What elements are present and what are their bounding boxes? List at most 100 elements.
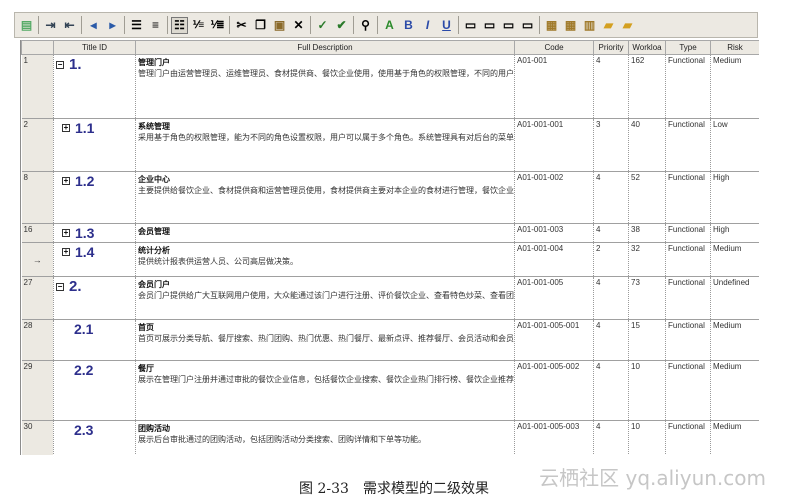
full-description-cell[interactable]: 会员门户 会员门户提供给广大互联网用户使用，大众能通过该门户进行注册、评价餐饮企业… bbox=[135, 276, 515, 320]
risk-cell[interactable]: Medium bbox=[710, 54, 759, 119]
open-folder-icon[interactable]: ▰ bbox=[600, 17, 617, 34]
type-cell[interactable]: Functional bbox=[665, 420, 711, 455]
cut-icon[interactable]: ✂ bbox=[233, 17, 250, 34]
type-cell[interactable]: Functional bbox=[665, 242, 711, 277]
full-description-cell[interactable]: 系统管理 采用基于角色的权限管理，能为不同的角色设置权限，用户可以属于多个角色。系… bbox=[135, 118, 515, 172]
outdent-icon[interactable]: ⇤ bbox=[61, 17, 78, 34]
workload-cell[interactable]: 10 bbox=[628, 420, 666, 455]
workload-cell[interactable]: 32 bbox=[628, 242, 666, 277]
code-cell[interactable]: A01-001-005-002 bbox=[514, 360, 594, 421]
table-row[interactable]: 2 +1.1 系统管理 采用基于角色的权限管理，能为不同的角色设置权限，用户可以属于多… bbox=[21, 118, 759, 172]
full-description-cell[interactable]: 统计分析 提供统计报表供运营人员、公司高层做决策。 bbox=[135, 242, 515, 277]
row-header[interactable]: 2 bbox=[21, 118, 54, 172]
title-id-cell[interactable]: +1.2 bbox=[53, 171, 136, 224]
row-header[interactable]: 30 bbox=[21, 420, 54, 455]
risk-cell[interactable]: Low bbox=[710, 118, 759, 172]
full-description-cell[interactable]: 管理门户 管理门户由运营管理员、运维管理员、食材提供商、餐饮企业使用，使用基于角色… bbox=[135, 54, 515, 119]
align-right-icon[interactable]: ▭ bbox=[500, 17, 517, 34]
priority-cell[interactable]: 4 bbox=[593, 360, 629, 421]
row-header[interactable]: 16 bbox=[21, 223, 54, 243]
col-header-type[interactable]: Type bbox=[665, 40, 711, 55]
type-cell[interactable]: Functional bbox=[665, 171, 711, 224]
chart-icon[interactable]: ▥ bbox=[581, 17, 598, 34]
title-id-cell[interactable]: −2. bbox=[53, 276, 136, 320]
row-header[interactable]: 27 bbox=[21, 276, 54, 320]
table-row[interactable]: 30 2.3 团购活动 展示后台审批通过的团购活动，包括团购活动分类搜索、团购详情和下… bbox=[21, 420, 759, 455]
col-header-title-id[interactable]: Title ID bbox=[53, 40, 136, 55]
indent-icon[interactable]: ⇥ bbox=[42, 17, 59, 34]
code-cell[interactable]: A01-001 bbox=[514, 54, 594, 119]
workload-cell[interactable]: 10 bbox=[628, 360, 666, 421]
risk-cell[interactable]: Medium bbox=[710, 319, 759, 361]
code-cell[interactable]: A01-001-005-001 bbox=[514, 319, 594, 361]
col-header-workload[interactable]: Workloa bbox=[628, 40, 666, 55]
type-cell[interactable]: Functional bbox=[665, 276, 711, 320]
italic-icon[interactable]: I bbox=[419, 17, 436, 34]
col-header-priority[interactable]: Priority bbox=[593, 40, 629, 55]
priority-cell[interactable]: 4 bbox=[593, 54, 629, 119]
paste-icon[interactable]: ▣ bbox=[271, 17, 288, 34]
collapse-icon[interactable]: − bbox=[56, 60, 64, 69]
code-cell[interactable]: A01-001-005 bbox=[514, 276, 594, 320]
priority-cell[interactable]: 4 bbox=[593, 319, 629, 361]
full-description-cell[interactable]: 企业中心 主要提供给餐饮企业、食材提供商和运营管理员使用，食材提供商主要对本企业的… bbox=[135, 171, 515, 224]
risk-cell[interactable]: Medium bbox=[710, 420, 759, 455]
row-header[interactable]: 28 bbox=[21, 319, 54, 361]
workload-cell[interactable]: 52 bbox=[628, 171, 666, 224]
align-full-icon[interactable]: ▭ bbox=[519, 17, 536, 34]
code-cell[interactable]: A01-001-002 bbox=[514, 171, 594, 224]
col-header-risk[interactable]: Risk bbox=[710, 40, 759, 55]
move-left-icon[interactable]: ◂ bbox=[85, 17, 102, 34]
spell-check-icon[interactable]: ✓ bbox=[314, 17, 331, 34]
table-row[interactable]: 27−2. 会员门户 会员门户提供给广大互联网用户使用，大众能通过该门户进行注册、评… bbox=[21, 276, 759, 320]
align-center-icon[interactable]: ▭ bbox=[481, 17, 498, 34]
title-id-cell[interactable]: 2.3 bbox=[53, 420, 136, 455]
new-folder-icon[interactable]: ▰ bbox=[619, 17, 636, 34]
row-header[interactable]: → bbox=[21, 242, 54, 277]
title-id-cell[interactable]: 2.1 bbox=[53, 319, 136, 361]
expand-icon[interactable]: + bbox=[62, 124, 70, 132]
properties-icon[interactable]: ▤ bbox=[18, 17, 35, 34]
image-icon[interactable]: ▦ bbox=[543, 17, 560, 34]
priority-cell[interactable]: 3 bbox=[593, 118, 629, 172]
workload-cell[interactable]: 162 bbox=[628, 54, 666, 119]
risk-cell[interactable]: Undefined bbox=[710, 276, 759, 320]
table-row[interactable]: 1−1. 管理门户 管理门户由运营管理员、运维管理员、食材提供商、餐饮企业使用，使用… bbox=[21, 54, 759, 119]
move-right-icon[interactable]: ▸ bbox=[104, 17, 121, 34]
table-row[interactable]: 28 2.1 首页 首页可展示分类导航、餐厅搜索、热门团购、热门优惠、热门餐厅、最新点… bbox=[21, 319, 759, 361]
title-id-cell[interactable]: +1.4 bbox=[53, 242, 136, 277]
delete-icon[interactable]: ✕ bbox=[290, 17, 307, 34]
expand-icon[interactable]: + bbox=[62, 229, 70, 237]
table-row[interactable]: 29 2.2 餐厅 展示在管理门户注册并通过审批的餐饮企业信息，包括餐饮企业搜索、餐饮… bbox=[21, 360, 759, 421]
expand-icon[interactable]: + bbox=[62, 248, 70, 256]
priority-cell[interactable]: 4 bbox=[593, 276, 629, 320]
title-id-cell[interactable]: +1.3 bbox=[53, 223, 136, 243]
workload-cell[interactable]: 40 bbox=[628, 118, 666, 172]
thesaurus-icon[interactable]: ✔ bbox=[333, 17, 350, 34]
align-left-icon[interactable]: ▭ bbox=[462, 17, 479, 34]
workload-cell[interactable]: 15 bbox=[628, 319, 666, 361]
full-description-cell[interactable]: 餐厅 展示在管理门户注册并通过审批的餐饮企业信息，包括餐饮企业搜索、餐饮企业热门排… bbox=[135, 360, 515, 421]
collapse-icon[interactable]: − bbox=[56, 282, 64, 291]
priority-cell[interactable]: 4 bbox=[593, 171, 629, 224]
priority-cell[interactable]: 2 bbox=[593, 242, 629, 277]
risk-cell[interactable]: High bbox=[710, 171, 759, 224]
priority-cell[interactable]: 4 bbox=[593, 420, 629, 455]
col-header-code[interactable]: Code bbox=[514, 40, 594, 55]
align-justify-icon[interactable]: ≡ bbox=[147, 17, 164, 34]
type-cell[interactable]: Functional bbox=[665, 360, 711, 421]
table-row[interactable]: 16 +1.3 会员管理 A01-001-003 4 38 Functional High bbox=[21, 223, 759, 243]
type-cell[interactable]: Functional bbox=[665, 319, 711, 361]
row-header[interactable]: 8 bbox=[21, 171, 54, 224]
priority-cell[interactable]: 4 bbox=[593, 223, 629, 243]
table-row[interactable]: 8 +1.2 企业中心 主要提供给餐饮企业、食材提供商和运营管理员使用，食材提供商主要… bbox=[21, 171, 759, 224]
full-description-cell[interactable]: 首页 首页可展示分类导航、餐厅搜索、热门团购、热门优惠、热门餐厅、最新点评、推荐餐… bbox=[135, 319, 515, 361]
title-id-cell[interactable]: 2.2 bbox=[53, 360, 136, 421]
table-row[interactable]: → +1.4 统计分析 提供统计报表供运营人员、公司高层做决策。 A01-001-004… bbox=[21, 242, 759, 277]
copy-icon[interactable]: ❐ bbox=[252, 17, 269, 34]
code-cell[interactable]: A01-001-003 bbox=[514, 223, 594, 243]
row-header[interactable]: 29 bbox=[21, 360, 54, 421]
code-cell[interactable]: A01-001-005-003 bbox=[514, 420, 594, 455]
workload-cell[interactable]: 38 bbox=[628, 223, 666, 243]
code-cell[interactable]: A01-001-001 bbox=[514, 118, 594, 172]
